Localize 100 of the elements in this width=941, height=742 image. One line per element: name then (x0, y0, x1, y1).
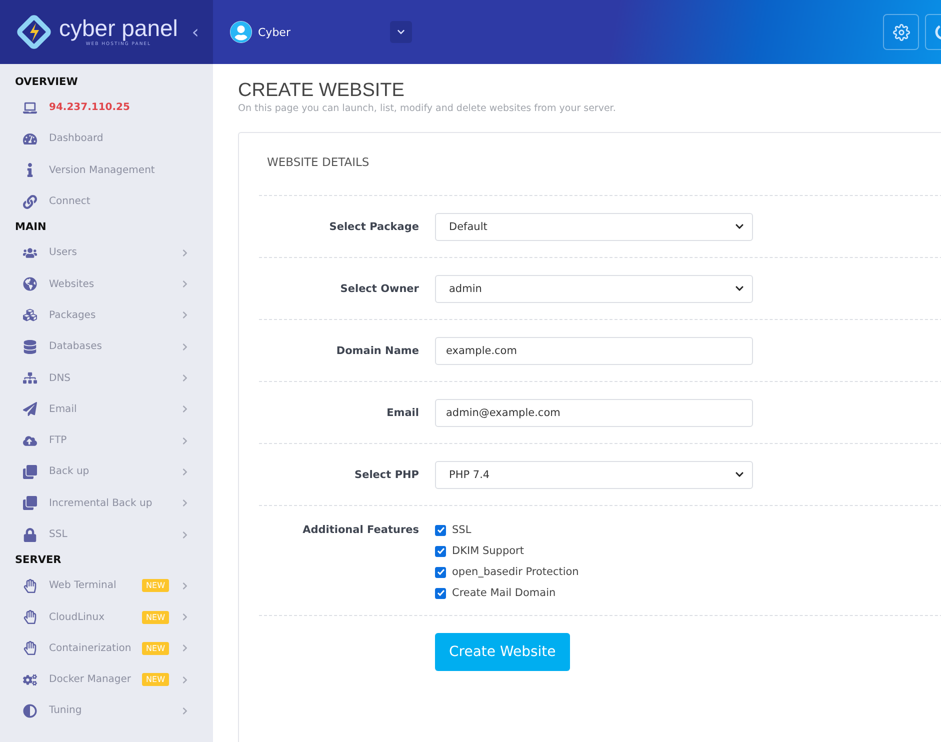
checkbox[interactable] (435, 546, 446, 556)
logo-icon (17, 15, 51, 49)
sidebar-item[interactable]: Incremental Back up (0, 488, 213, 519)
sidebar-item[interactable]: Tuning (0, 695, 213, 727)
sidebar-item[interactable]: Packages (0, 300, 213, 332)
chevron-icon (181, 280, 189, 288)
caret-icon (735, 470, 744, 479)
sidebar-label: Websites (49, 278, 94, 290)
chevron-icon (181, 248, 189, 257)
chevron-icon (181, 706, 189, 715)
field-label: Select PHP (354, 468, 419, 480)
field-label: Select Package (328, 220, 419, 232)
copy-icon (23, 464, 37, 479)
settings-icon (892, 24, 910, 40)
settings-button[interactable] (883, 14, 919, 50)
sidebar-item[interactable]: Dashboard (0, 123, 213, 155)
sidebar-label: FTP (49, 435, 67, 446)
sidebar-label: Dashboard (49, 133, 104, 144)
sidebar-item[interactable]: Containerization NEW (0, 632, 213, 664)
sidebar-item[interactable]: Websites (0, 268, 213, 300)
select-field[interactable]: admin (435, 274, 753, 302)
input-field[interactable]: admin@example.com (435, 398, 753, 426)
chevron-icon (181, 311, 189, 320)
sidebar-item[interactable]: Email (0, 394, 213, 425)
lock-icon (23, 528, 37, 542)
page-subtitle: On this page you can launch, list, modify and delete websites from your server. (238, 103, 617, 114)
field-label: Additional Features (302, 524, 419, 536)
new-badge: NEW (142, 579, 169, 592)
database-icon (23, 340, 37, 354)
checkbox-label: SSL (452, 524, 472, 536)
hand-icon (23, 641, 37, 656)
card-title: WEBSITE DETAILS (267, 155, 370, 171)
chevron-icon (181, 342, 189, 351)
sidebar-label: Containerization (49, 642, 132, 654)
gears-icon (23, 672, 37, 687)
checkbox[interactable] (435, 524, 446, 536)
sidebar-item[interactable]: Connect (0, 186, 213, 218)
collapse-button[interactable]: ‹ (192, 22, 199, 42)
sidebar-item[interactable]: SSL (0, 518, 213, 550)
caret-icon (397, 28, 406, 36)
laptop-icon (23, 100, 37, 115)
avatar-icon (230, 21, 252, 43)
chevron-icon (181, 676, 189, 684)
sidebar-label: Incremental Back up (49, 498, 152, 509)
sidebar-item[interactable]: Version Management (0, 154, 213, 186)
sidebar-label: Docker Manager (49, 674, 132, 686)
checkbox[interactable] (435, 566, 446, 578)
sidebar-label: Connect (49, 196, 90, 208)
checkbox-label: Create Mail Domain (452, 587, 556, 599)
sidebar-label: Email (49, 404, 77, 415)
sidebar-label: Databases (49, 341, 102, 352)
checkbox-label: DKIM Support (452, 545, 524, 557)
users-icon (23, 246, 37, 260)
chevron-icon (181, 582, 189, 590)
sidebar-label: SSL (49, 529, 68, 540)
server-ip-link[interactable]: 94.237.110.25 (0, 92, 213, 124)
checkbox[interactable] (435, 588, 446, 598)
sidebar-item[interactable]: Docker Manager NEW (0, 664, 213, 696)
sidebar-label: Tuning (49, 705, 82, 716)
sidebar-item[interactable]: FTP (0, 424, 213, 456)
input-field[interactable]: example.com (435, 336, 753, 364)
link-icon (23, 194, 37, 209)
create-website-button[interactable]: Create Website (435, 633, 570, 671)
new-badge: NEW (142, 642, 169, 655)
hand-icon (23, 610, 37, 624)
new-badge: NEW (142, 610, 169, 624)
select-field[interactable]: PHP 7.4 (435, 460, 753, 488)
sidebar-label: CloudLinux (49, 612, 105, 623)
chevron-icon (181, 530, 189, 538)
user-menu-button[interactable] (390, 21, 412, 43)
checkbox-label: open_basedir Protection (452, 566, 579, 578)
globe-icon (23, 277, 37, 292)
copy-icon (23, 496, 37, 510)
dashboard-icon (23, 132, 37, 146)
chevron-icon (181, 405, 189, 414)
cloud-upload-icon (23, 434, 37, 448)
contrast-icon (23, 704, 37, 718)
new-badge: NEW (142, 673, 169, 686)
sidebar-item[interactable]: Databases (0, 331, 213, 362)
field-label: Domain Name (335, 344, 419, 356)
logo-text: cyber panel (59, 17, 178, 40)
sidebar-item[interactable]: Users (0, 237, 213, 268)
chevron-icon (181, 644, 189, 652)
sidebar-item[interactable]: Back up (0, 456, 213, 488)
page-title: CREATE WEBSITE (238, 80, 406, 102)
sidebar-item[interactable]: DNS (0, 362, 213, 394)
sidebar-item[interactable]: Web Terminal NEW (0, 570, 213, 602)
chevron-icon (181, 436, 189, 445)
user-name: Cyber (258, 26, 290, 38)
cubes-icon (23, 308, 37, 322)
sidebar-item[interactable]: CloudLinux NEW (0, 601, 213, 633)
select-field[interactable]: Default (435, 212, 753, 240)
field-label: Email (386, 406, 419, 418)
sidebar-label: 94.237.110.25 (49, 102, 130, 114)
sitemap-icon (23, 371, 37, 386)
paper-plane-icon (23, 402, 37, 416)
chevron-icon (181, 374, 189, 382)
caret-icon (735, 284, 744, 293)
chevron-icon (181, 468, 189, 476)
caret-icon (735, 222, 744, 231)
